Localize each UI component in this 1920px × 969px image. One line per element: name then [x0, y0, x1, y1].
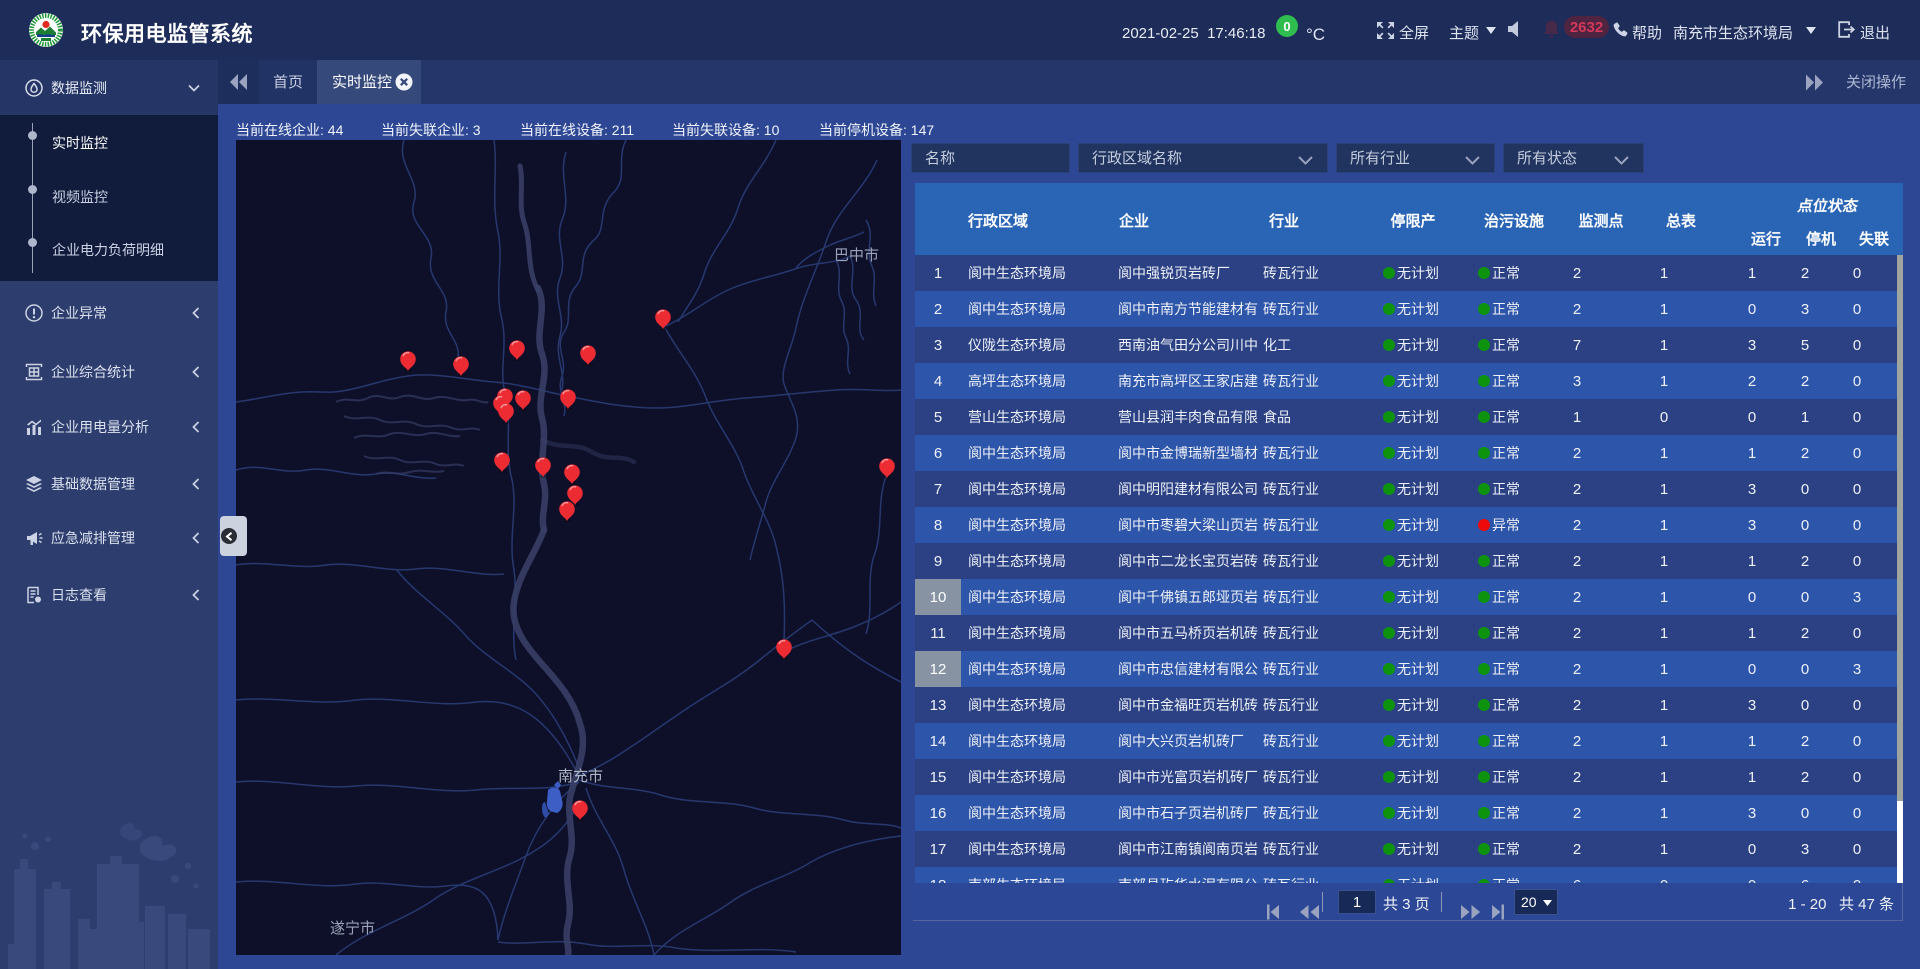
svg-text:南充市: 南充市 — [558, 768, 603, 785]
svg-text:巴中市: 巴中市 — [834, 247, 879, 264]
svg-text:遂宁市: 遂宁市 — [330, 920, 375, 937]
